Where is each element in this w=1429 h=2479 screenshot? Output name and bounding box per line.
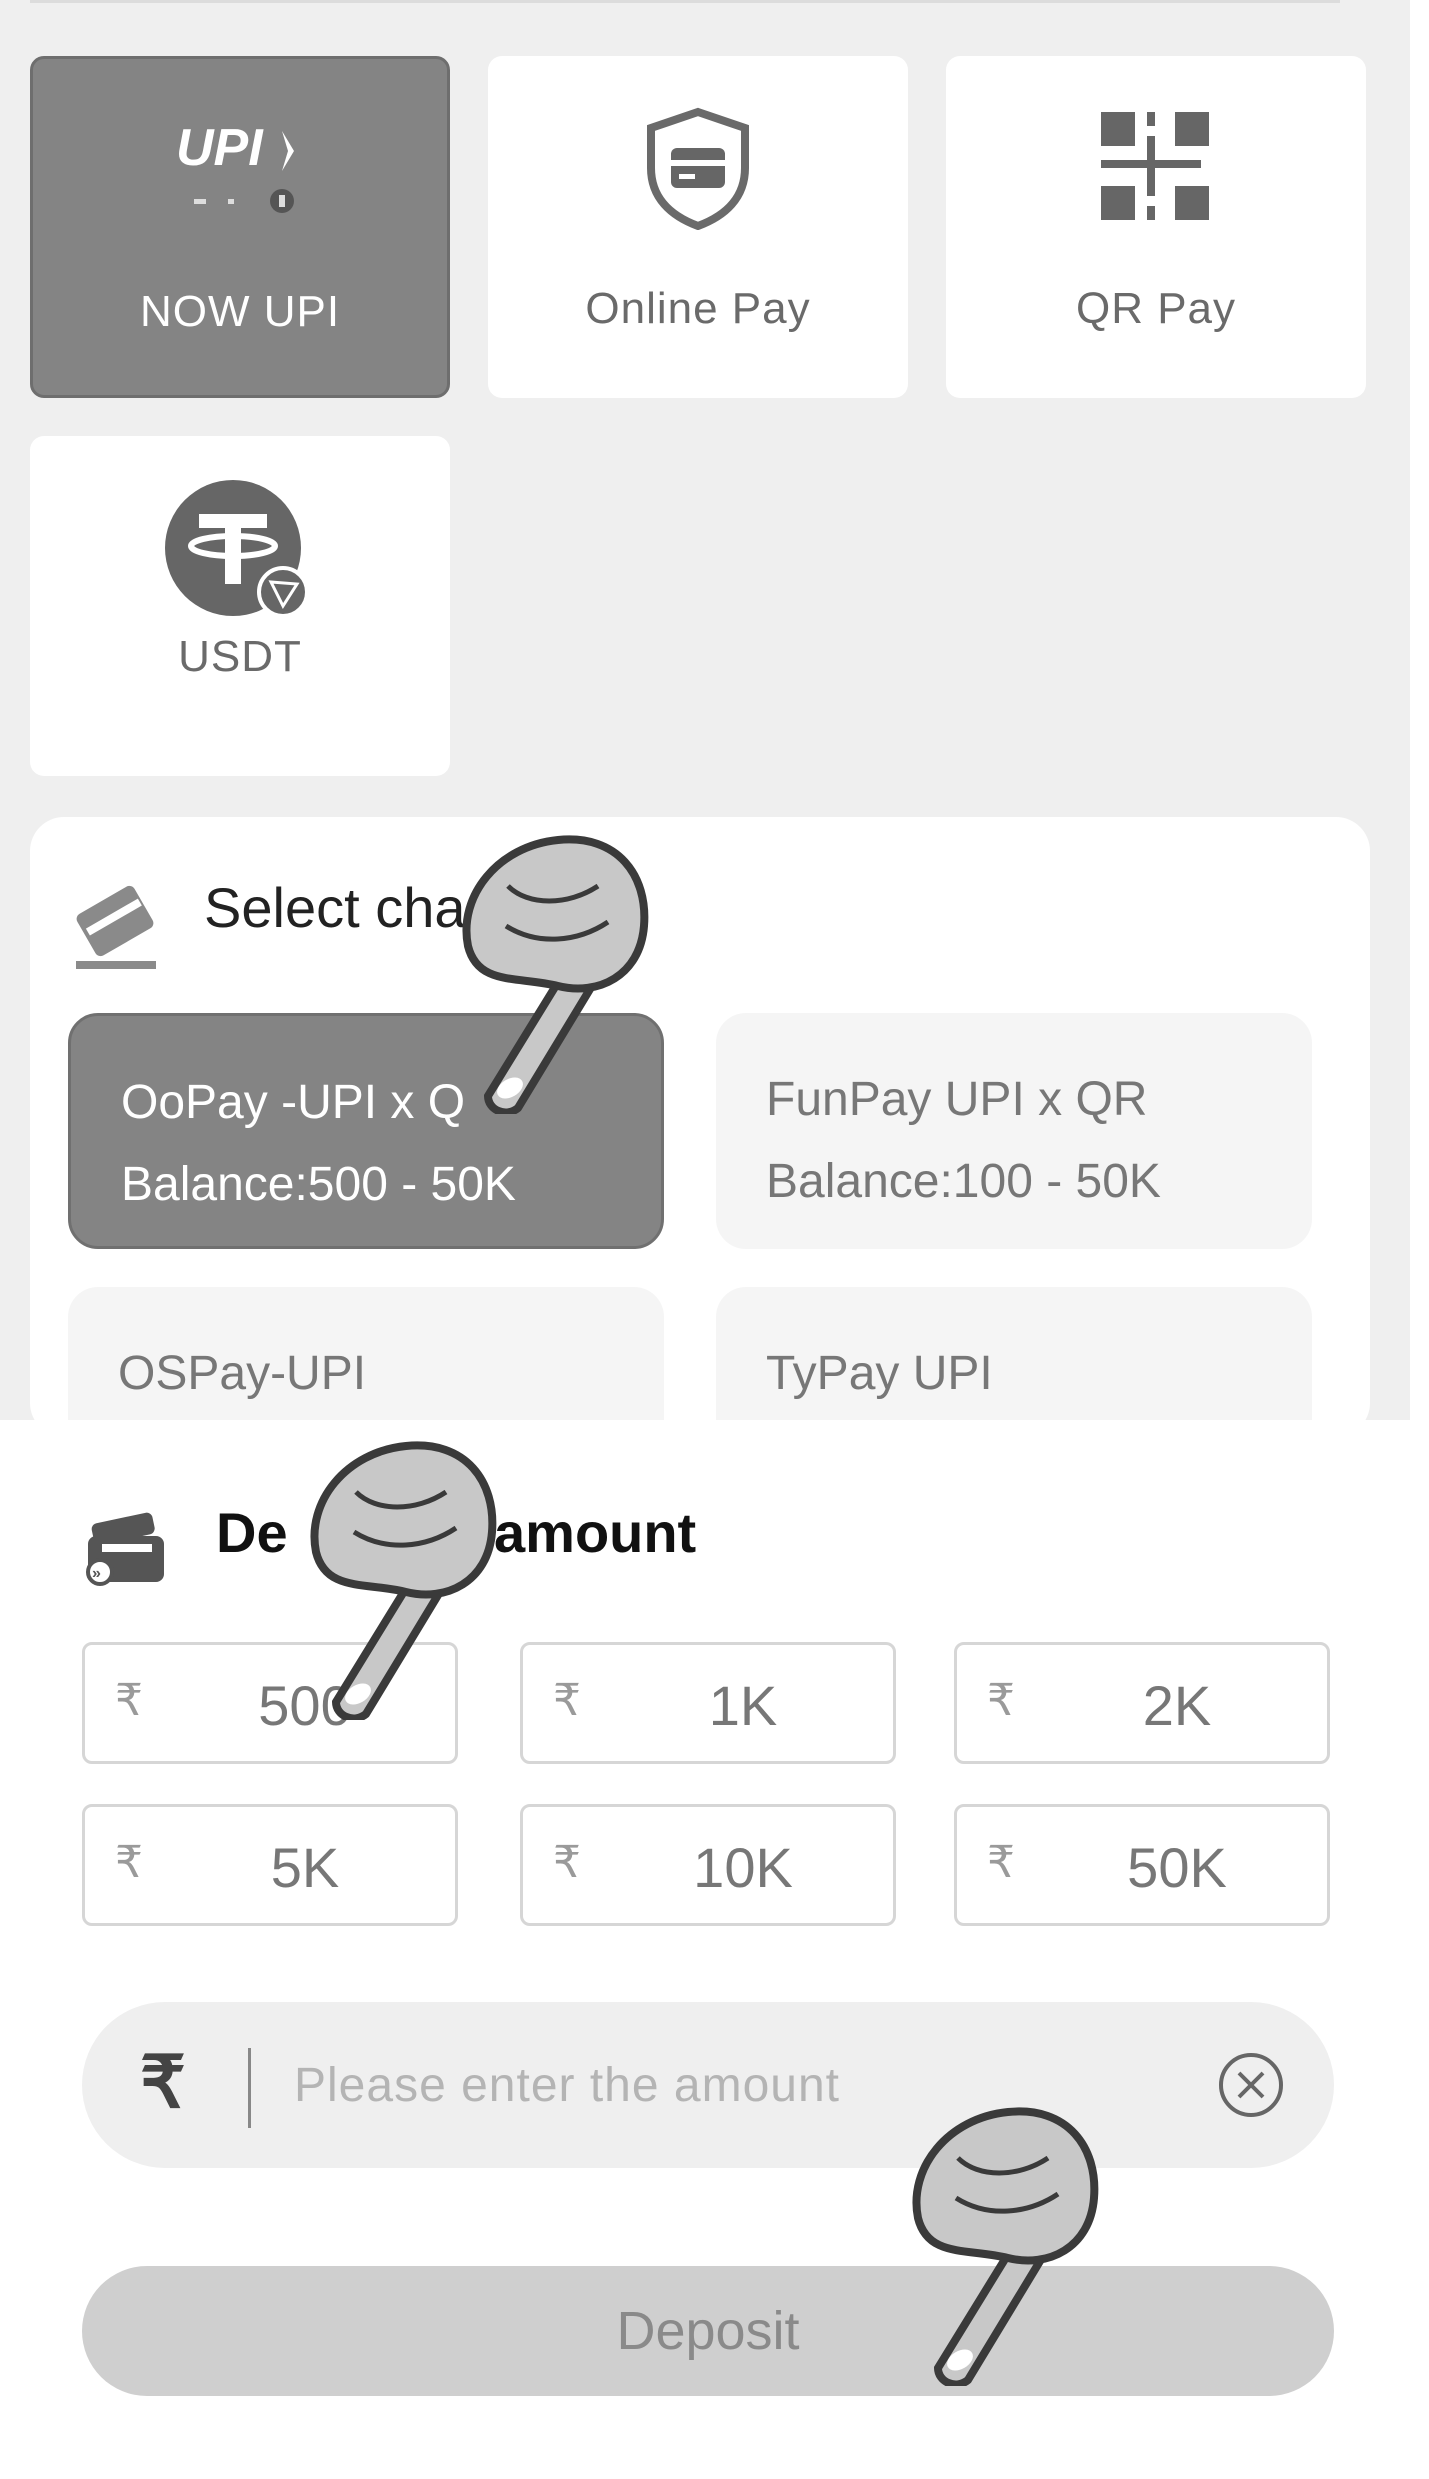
amount-value: 1K	[708, 1674, 778, 1737]
method-tile-qr-pay[interactable]: QR Pay	[946, 56, 1366, 398]
amount-value: 50K	[1127, 1836, 1227, 1899]
method-tile-usdt[interactable]: USDT	[30, 436, 450, 776]
wallet-icon: »	[86, 1512, 164, 1586]
shield-card-icon	[647, 107, 749, 230]
channel-name: OSPay-UPI	[118, 1347, 367, 1400]
deposit-page: UPI NOW UPI Online Pay QR Pay USDT Selec…	[0, 0, 1410, 2479]
channel-item-funpay[interactable]: FunPay UPI x QR Balance:100 - 50K	[716, 1013, 1312, 1249]
amount-option-5k[interactable]: ₹ 5K	[82, 1804, 458, 1926]
rupee-icon: ₹	[553, 1838, 581, 1887]
amount-option-50k[interactable]: ₹ 50K	[954, 1804, 1330, 1926]
rupee-icon: ₹	[987, 1838, 1015, 1887]
upi-logo-text: UPI	[176, 119, 264, 177]
top-divider	[30, 0, 1340, 3]
channel-card: Select cha OoPay -UPI x Q Balance:500 - …	[30, 817, 1370, 1523]
clear-circle-icon[interactable]	[1216, 2050, 1286, 2120]
rupee-icon: ₹	[987, 1676, 1015, 1725]
rupee-icon: ₹	[140, 2043, 186, 2123]
method-label: USDT	[178, 632, 302, 681]
card-hand-icon	[76, 885, 156, 969]
amount-option-500[interactable]: ₹ 500	[82, 1642, 458, 1764]
channel-item-oopay[interactable]: OoPay -UPI x Q Balance:500 - 50K	[68, 1013, 664, 1249]
input-divider	[248, 2048, 251, 2128]
amount-value: 2K	[1142, 1674, 1212, 1737]
deposit-title-end: amount	[494, 1501, 697, 1564]
amount-value: 500	[258, 1674, 352, 1737]
amount-option-2k[interactable]: ₹ 2K	[954, 1642, 1330, 1764]
amount-input-container: ₹	[82, 2002, 1334, 2168]
channel-name: OoPay -UPI x Q	[121, 1076, 466, 1129]
deposit-button[interactable]: Deposit	[82, 2266, 1334, 2396]
channel-balance: Balance:100 - 50K	[766, 1155, 1161, 1208]
rupee-icon: ₹	[115, 1676, 143, 1725]
amount-option-1k[interactable]: ₹ 1K	[520, 1642, 896, 1764]
rupee-icon: ₹	[553, 1676, 581, 1725]
amount-value: 5K	[270, 1836, 340, 1899]
deposit-title-start: De	[216, 1501, 288, 1564]
tether-icon	[165, 480, 309, 618]
rupee-icon: ₹	[115, 1838, 143, 1887]
svg-text:»: »	[92, 1565, 101, 1582]
channel-title: Select cha	[204, 876, 466, 939]
upi-logo-icon: UPI	[176, 119, 294, 213]
channel-name: TyPay UPI	[766, 1347, 993, 1400]
channel-balance: Balance:500 - 50K	[121, 1158, 516, 1211]
amount-input[interactable]	[292, 2038, 1196, 2132]
method-label: NOW UPI	[139, 287, 341, 336]
method-tile-online-pay[interactable]: Online Pay	[488, 56, 908, 398]
qr-code-icon	[1101, 112, 1209, 220]
channel-name: FunPay UPI x QR	[766, 1073, 1148, 1126]
amount-value: 10K	[693, 1836, 793, 1899]
amount-option-10k[interactable]: ₹ 10K	[520, 1804, 896, 1926]
method-tile-now-upi[interactable]: UPI NOW UPI	[30, 56, 450, 398]
method-label: QR Pay	[1075, 284, 1237, 333]
method-label: Online Pay	[585, 284, 811, 333]
